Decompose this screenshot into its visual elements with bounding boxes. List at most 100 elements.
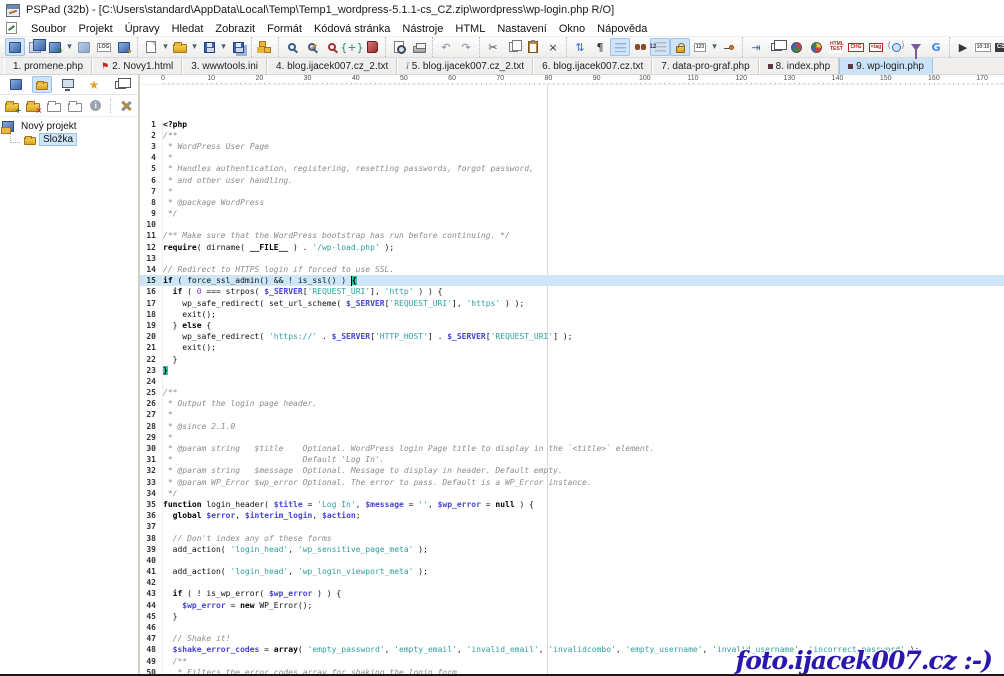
stay-on-top-button[interactable] bbox=[719, 38, 739, 56]
color-palette-button[interactable] bbox=[806, 38, 826, 56]
tree-item-project[interactable]: Nový projekt bbox=[1, 120, 136, 134]
project-reload-button[interactable]: ↻ bbox=[45, 38, 65, 56]
tab-blog-ijacek007-cz-2-txt[interactable]: 4. blog.ijacek007.cz_2.txt bbox=[266, 58, 398, 74]
strip-tags-button[interactable]: <tag bbox=[866, 38, 886, 56]
code-line-37[interactable]: 37 bbox=[140, 521, 1004, 533]
copy-button[interactable] bbox=[503, 38, 523, 56]
code-line-2[interactable]: 2/** bbox=[140, 129, 1004, 141]
code-line-16[interactable]: 16 if ( 0 === strpos( $_SERVER['REQUEST_… bbox=[140, 286, 1004, 298]
menu-item-projekt[interactable]: Projekt bbox=[72, 22, 118, 36]
code-line-23[interactable]: 23} bbox=[140, 364, 1004, 376]
panel-tab-files[interactable] bbox=[32, 76, 52, 93]
code-line-22[interactable]: 22 } bbox=[140, 353, 1004, 365]
print-button[interactable] bbox=[409, 38, 429, 56]
code-line-9[interactable]: 9 */ bbox=[140, 208, 1004, 220]
code-line-19[interactable]: 19 } else { bbox=[140, 319, 1004, 332]
panel-tab-ftp[interactable] bbox=[58, 76, 78, 93]
code-explorer-button[interactable] bbox=[255, 38, 275, 56]
panel-tab-favorites[interactable]: ★ bbox=[84, 76, 104, 93]
code-line-47[interactable]: 47 // Shake it! bbox=[140, 633, 1004, 645]
tab-wp-login-php[interactable]: 9. wp-login.php bbox=[839, 58, 933, 74]
matching-bracket-button[interactable]: {+} bbox=[340, 38, 363, 56]
open-file-button[interactable] bbox=[170, 38, 190, 56]
menu-item-nastaveni[interactable]: Nastavení bbox=[491, 22, 553, 36]
text-diff-button[interactable] bbox=[766, 38, 787, 56]
tree-item-folder[interactable]: Složka bbox=[2, 130, 136, 146]
code-line-44[interactable]: 44 $wp_error = new WP_Error(); bbox=[140, 599, 1004, 611]
menu-item-napoveda[interactable]: Nápověda bbox=[591, 22, 653, 36]
code-area[interactable]: 1 <?php 2/** 3 * WordPress User Page 4 * 5 * … bbox=[140, 85, 1004, 674]
sort-button[interactable]: ⇅ bbox=[570, 38, 590, 56]
save-all-button[interactable] bbox=[228, 38, 248, 56]
code-line-4[interactable]: 4 * bbox=[140, 152, 1004, 164]
paste-button[interactable] bbox=[523, 38, 543, 56]
code-line-26[interactable]: 26 * Output the login page header. bbox=[140, 398, 1004, 410]
code-editor[interactable]: 0 10 20 30 40 50 60 70 80 90 100 110 120 130 140 150 160… bbox=[140, 75, 1004, 674]
tab-blog-ijacek007-cz-txt[interactable]: 6. blog.ijacek007.cz.txt bbox=[533, 58, 653, 74]
project-new-folder-button[interactable] bbox=[46, 97, 63, 115]
project-settings-button[interactable] bbox=[117, 97, 134, 115]
code-line-32[interactable]: 32 * @param string $message Optional. Me… bbox=[140, 465, 1004, 477]
goto-line-button[interactable]: 10:10 bbox=[973, 38, 993, 56]
code-line-33[interactable]: 33 * @param WP_Error $wp_error Optional.… bbox=[140, 476, 1004, 488]
indent-button[interactable]: ⇥ bbox=[746, 38, 766, 56]
project-reload-dropdown[interactable]: ▾ bbox=[65, 38, 74, 56]
code-line-10[interactable]: 10 bbox=[140, 219, 1004, 231]
project-copy-button[interactable] bbox=[25, 38, 46, 56]
log-window-button[interactable]: LOG bbox=[94, 38, 114, 56]
spell-check-button[interactable] bbox=[630, 38, 650, 56]
delete-button[interactable]: × bbox=[543, 38, 563, 56]
code-line-15[interactable]: 15 if ( force_ssl_admin() && ! is_ssl() )… bbox=[140, 275, 1004, 287]
project-lock-button[interactable]: ● bbox=[114, 38, 134, 56]
menu-item-upravy[interactable]: Úpravy bbox=[119, 22, 166, 36]
run-script-button[interactable]: ▶ bbox=[953, 38, 973, 56]
code-line-6[interactable]: 6 * and other user handling. bbox=[140, 174, 1004, 186]
code-line-11[interactable]: 11/** Make sure that the WordPress boots… bbox=[140, 230, 1004, 242]
line-numbers-button[interactable] bbox=[650, 38, 670, 56]
code-line-25[interactable]: 25/** bbox=[140, 387, 1004, 399]
google-search-button[interactable]: G bbox=[926, 38, 946, 56]
code-line-35[interactable]: 35 function login_header( $title = 'Log I… bbox=[140, 498, 1004, 511]
redo-button[interactable]: ↷ bbox=[456, 38, 476, 56]
menu-item-format[interactable]: Formát bbox=[261, 22, 308, 36]
tidy-button[interactable] bbox=[886, 38, 906, 56]
code-line-30[interactable]: 30 * @param string $title Optional. Word… bbox=[140, 443, 1004, 455]
code-line-1[interactable]: 1 <?php bbox=[140, 118, 1004, 130]
code-line-8[interactable]: 8 * @package WordPress bbox=[140, 196, 1004, 209]
code-line-43[interactable]: 43 if ( ! is_wp_error( $wp_error ) ) { bbox=[140, 588, 1004, 600]
code-browser-button[interactable] bbox=[362, 38, 382, 56]
search-in-files-button[interactable] bbox=[322, 38, 342, 56]
panel-tab-windows[interactable] bbox=[110, 76, 131, 93]
code-line-45[interactable]: 45 } bbox=[140, 610, 1004, 623]
code-line-18[interactable]: 18 exit(); bbox=[140, 308, 1004, 320]
tab-wwwtools-ini[interactable]: 3. wwwtools.ini bbox=[182, 58, 267, 74]
panel-tab-project[interactable] bbox=[6, 76, 26, 93]
tab-promene-php[interactable]: 1. promene.php bbox=[4, 58, 93, 74]
code-line-14[interactable]: 14// Redirect to HTTPS login if forced t… bbox=[140, 264, 1004, 276]
project-info-button[interactable]: i bbox=[87, 97, 104, 115]
menu-item-nastroje[interactable]: Nástroje bbox=[396, 22, 449, 36]
tab-index-php[interactable]: 8. index.php bbox=[758, 58, 840, 74]
filter-button[interactable] bbox=[906, 38, 926, 59]
project-open-folder-button[interactable] bbox=[66, 97, 83, 115]
code-line-42[interactable]: 42 bbox=[140, 577, 1004, 589]
code-line-27[interactable]: 27 * bbox=[140, 409, 1004, 421]
code-line-20[interactable]: 20 wp_safe_redirect( 'https://' . $_SERV… bbox=[140, 331, 1004, 343]
code-line-7[interactable]: 7 * bbox=[140, 185, 1004, 197]
menu-item-html[interactable]: HTML bbox=[449, 22, 491, 36]
undo-button[interactable]: ↶ bbox=[436, 38, 456, 56]
code-line-39[interactable]: 39 add_action( 'login_head', 'wp_sensiti… bbox=[140, 543, 1004, 555]
menu-item-zobrazit[interactable]: Zobrazit bbox=[209, 22, 261, 36]
menu-item-soubor[interactable]: Soubor bbox=[25, 22, 72, 36]
project-add-folder-button[interactable]: + bbox=[4, 97, 21, 115]
code-line-12[interactable]: 12 require( dirname( __FILE__ ) . '/wp-lo… bbox=[140, 241, 1004, 253]
show-formatting-button[interactable]: ¶ bbox=[590, 38, 610, 56]
code-line-46[interactable]: 46 bbox=[140, 622, 1004, 634]
menu-item-kodova-stranka[interactable]: Kódová stránka bbox=[308, 22, 396, 36]
char-table-dropdown[interactable]: ▾ bbox=[710, 38, 719, 56]
document-system-icon[interactable] bbox=[6, 22, 17, 34]
code-line-29[interactable]: 29 * bbox=[140, 431, 1004, 444]
css-editor-button[interactable]: CSS bbox=[993, 38, 1004, 56]
menu-item-hledat[interactable]: Hledat bbox=[166, 22, 210, 36]
color-select-button[interactable] bbox=[786, 38, 806, 56]
